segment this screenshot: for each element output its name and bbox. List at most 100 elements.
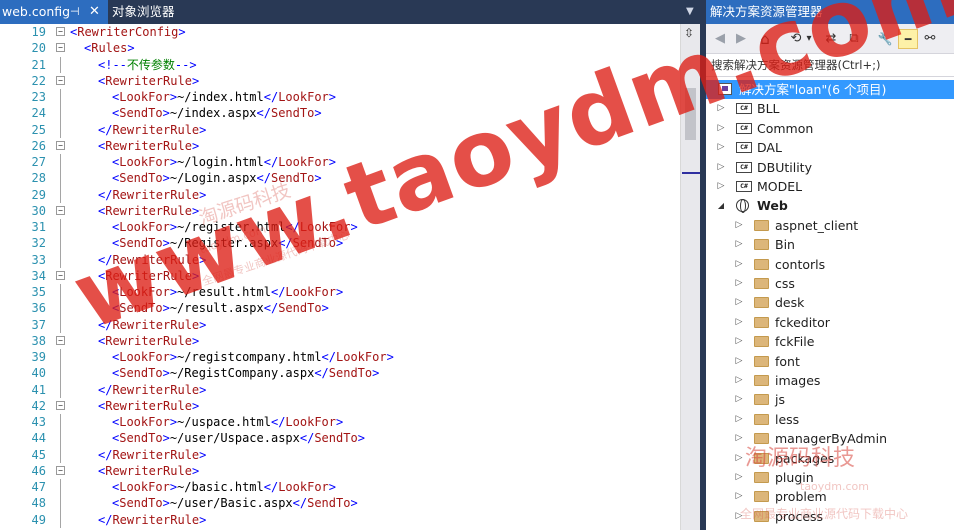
tree-node-common[interactable]: ▷ C# Common [706, 119, 954, 138]
tree-node-managerbyadmin[interactable]: ▷ managerByAdmin [706, 429, 954, 448]
vertical-scrollbar[interactable]: ⇳ [680, 24, 700, 530]
tree-node-fckfile[interactable]: ▷ fckFile [706, 332, 954, 351]
code-line[interactable]: 27 <LookFor>~/login.html</LookFor> [0, 154, 680, 171]
code-line[interactable]: 26− <RewriterRule> [0, 138, 680, 154]
collapsed-arrow-icon[interactable]: ▷ [734, 449, 744, 468]
fold-toggle-icon[interactable]: − [56, 335, 65, 345]
properties-icon[interactable]: 🔧 [876, 29, 894, 49]
collapsed-arrow-icon[interactable]: ▷ [734, 293, 744, 312]
tab-web-config[interactable]: web.config ⊣ ✕ [0, 0, 108, 24]
tree-node-bin[interactable]: ▷ Bin [706, 235, 954, 254]
code-line[interactable]: 25 </RewriterRule> [0, 121, 680, 138]
fold-toggle-icon[interactable]: − [56, 43, 65, 53]
fold-toggle-icon[interactable]: − [56, 270, 65, 280]
tree-node-solution[interactable]: 解决方案"loan"(6 个项目) [706, 80, 954, 100]
tree-node-less[interactable]: ▷ less [706, 410, 954, 429]
code-line[interactable]: 42− <RewriterRule> [0, 398, 680, 414]
chevron-down-icon[interactable]: ▾ [804, 29, 814, 49]
tab-list-dropdown-icon[interactable]: ▼ [686, 0, 694, 24]
collapsed-arrow-icon[interactable]: ▷ [716, 138, 726, 157]
collapsed-arrow-icon[interactable]: ▷ [734, 255, 744, 274]
code-line[interactable]: 45 </RewriterRule> [0, 446, 680, 463]
tree-node-plugin[interactable]: ▷ plugin [706, 468, 954, 487]
code-line[interactable]: 37 </RewriterRule> [0, 316, 680, 333]
tree-node-images[interactable]: ▷ images [706, 371, 954, 390]
tree-node-bll[interactable]: ▷ C# BLL [706, 99, 954, 118]
code-line[interactable]: 28 <SendTo>~/Login.aspx</SendTo> [0, 170, 680, 187]
tree-node-contorls[interactable]: ▷ contorls [706, 255, 954, 274]
collapsed-arrow-icon[interactable]: ▷ [734, 235, 744, 254]
tree-node-font[interactable]: ▷ font [706, 352, 954, 371]
code-line[interactable]: 48 <SendTo>~/user/Basic.aspx</SendTo> [0, 495, 680, 512]
collapsed-arrow-icon[interactable]: ▷ [716, 99, 726, 118]
tree-node-css[interactable]: ▷ css [706, 274, 954, 293]
code-line[interactable]: 24 <SendTo>~/index.aspx</SendTo> [0, 105, 680, 122]
collapsed-arrow-icon[interactable]: ▷ [734, 429, 744, 448]
fold-toggle-icon[interactable]: − [56, 205, 65, 215]
sync-icon[interactable]: ⇄ [822, 29, 840, 49]
tree-node-problem[interactable]: ▷ problem [706, 487, 954, 506]
hierarchy-icon[interactable]: ⚯ [920, 29, 940, 49]
code-line[interactable]: 29 </RewriterRule> [0, 186, 680, 203]
code-line[interactable]: 19 − <RewriterConfig> [0, 24, 680, 40]
code-line[interactable]: 46− <RewriterRule> [0, 463, 680, 479]
solution-explorer-search-input[interactable]: 搜索解决方案资源管理器(Ctrl+;) [706, 55, 954, 77]
code-line[interactable]: 34− <RewriterRule> [0, 268, 680, 284]
tree-node-packages[interactable]: ▷ packages [706, 449, 954, 468]
collapsed-arrow-icon[interactable]: ▷ [734, 507, 744, 526]
expanded-arrow-icon[interactable]: ◢ [716, 196, 726, 215]
fold-toggle-icon[interactable]: − [56, 465, 65, 475]
tree-node-aspnet-client[interactable]: ▷ aspnet_client [706, 216, 954, 235]
code-line[interactable]: 36 <SendTo>~/result.aspx</SendTo> [0, 300, 680, 317]
collapsed-arrow-icon[interactable]: ▷ [734, 487, 744, 506]
forward-icon[interactable]: ▶ [733, 29, 749, 49]
collapse-all-icon[interactable]: ⧉ [845, 29, 863, 49]
code-line[interactable]: 30− <RewriterRule> [0, 203, 680, 219]
tree-node-js[interactable]: ▷ js [706, 390, 954, 409]
code-line[interactable]: 31 <LookFor>~/register.html</LookFor> [0, 219, 680, 236]
code-line[interactable]: 39 <LookFor>~/registcompany.html</LookFor… [0, 349, 680, 366]
tree-node-dal[interactable]: ▷ C# DAL [706, 138, 954, 157]
tree-node-model[interactable]: ▷ C# MODEL [706, 177, 954, 196]
collapsed-arrow-icon[interactable]: ▷ [734, 313, 744, 332]
collapsed-arrow-icon[interactable]: ▷ [716, 158, 726, 177]
code-line[interactable]: 38− <RewriterRule> [0, 333, 680, 349]
tree-node-desk[interactable]: ▷ desk [706, 293, 954, 312]
fold-toggle-icon[interactable]: − [56, 27, 65, 36]
code-line[interactable]: 20− <Rules> [0, 40, 680, 56]
collapsed-arrow-icon[interactable]: ▷ [734, 468, 744, 487]
code-line[interactable]: 23 <LookFor>~/index.html</LookFor> [0, 89, 680, 106]
collapsed-arrow-icon[interactable]: ▷ [734, 390, 744, 409]
code-line[interactable]: 22− <RewriterRule> [0, 73, 680, 89]
code-line[interactable]: 40 <SendTo>~/RegistCompany.aspx</SendTo> [0, 365, 680, 382]
split-window-icon[interactable]: ⇳ [684, 26, 694, 40]
back-icon[interactable]: ◀ [712, 29, 728, 49]
tree-node-process[interactable]: ▷ process [706, 507, 954, 526]
code-line[interactable]: 49 </RewriterRule> [0, 511, 680, 528]
code-line[interactable]: 47 <LookFor>~/basic.html</LookFor> [0, 479, 680, 496]
code-line[interactable]: 41 </RewriterRule> [0, 381, 680, 398]
collapsed-arrow-icon[interactable]: ▷ [734, 371, 744, 390]
code-line[interactable]: 21 <!--不传参数--> [0, 56, 680, 73]
collapsed-arrow-icon[interactable]: ▷ [734, 352, 744, 371]
tab-object-browser[interactable]: 对象浏览器 [112, 0, 175, 24]
fold-toggle-icon[interactable]: − [56, 400, 65, 410]
collapsed-arrow-icon[interactable]: ▷ [734, 274, 744, 293]
home-icon[interactable]: ⌂ [756, 29, 774, 49]
code-editor[interactable]: web.config ⊣ ✕ 对象浏览器 ▼ 19− <RewriterConfi… [0, 0, 700, 530]
collapsed-arrow-icon[interactable]: ▷ [716, 119, 726, 138]
code-line[interactable]: 33 </RewriterRule> [0, 251, 680, 268]
close-icon[interactable]: ✕ [89, 0, 100, 24]
pin-toggle-icon[interactable]: ━ [898, 29, 918, 49]
scrollbar-thumb[interactable] [685, 88, 696, 140]
tree-node-dbutility[interactable]: ▷ C# DBUtility [706, 158, 954, 177]
fold-toggle-icon[interactable]: − [56, 75, 65, 85]
code-line[interactable]: 44 <SendTo>~/user/Uspace.aspx</SendTo> [0, 430, 680, 447]
code-line[interactable]: 32 <SendTo>~/Register.aspx</SendTo> [0, 235, 680, 252]
tree-node-web[interactable]: ◢ Web [706, 196, 954, 215]
tree-node-fckeditor[interactable]: ▷ fckeditor [706, 313, 954, 332]
collapsed-arrow-icon[interactable]: ▷ [734, 216, 744, 235]
code-line[interactable]: 35 <LookFor>~/result.html</LookFor> [0, 284, 680, 301]
code-line[interactable]: 43 <LookFor>~/uspace.html</LookFor> [0, 414, 680, 431]
history-icon[interactable]: ⟲ [788, 29, 804, 49]
